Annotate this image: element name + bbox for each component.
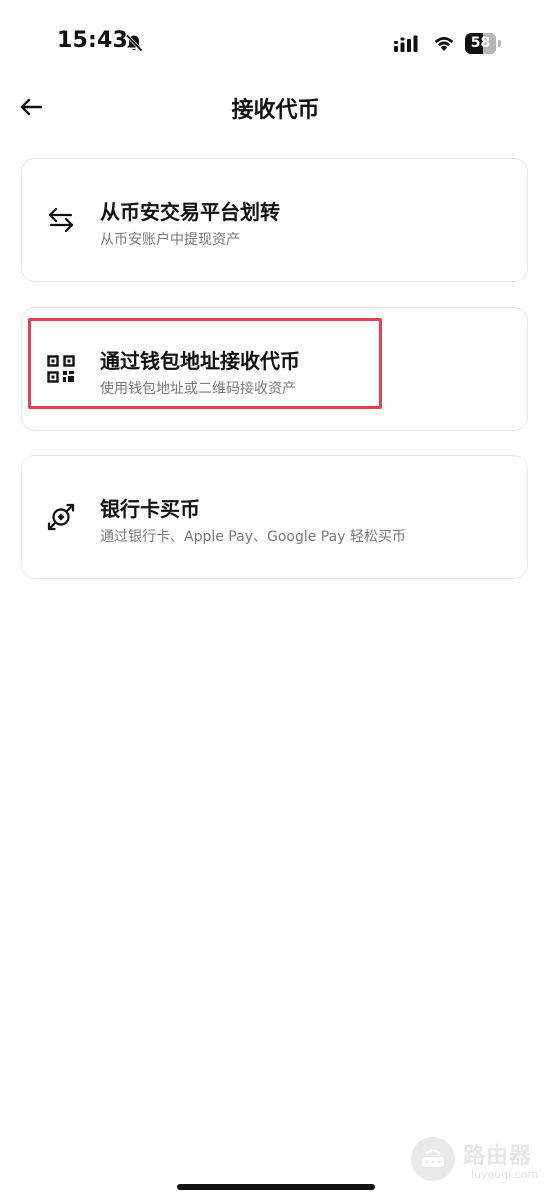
bell-slash-icon [125,34,143,52]
buy-crypto-icon [46,502,76,532]
header: 接收代币 [0,78,551,138]
battery-level: 58 [470,35,491,51]
option-title: 通过钱包地址接收代币 [100,349,300,373]
signal-icon [394,35,418,52]
option-subtitle: 使用钱包地址或二维码接收资产 [100,381,296,397]
transfer-arrows-icon [46,205,76,235]
status-time: 15:43 [57,28,129,53]
option-subtitle: 从币安账户中提现资产 [100,232,240,248]
battery-icon: 58 [465,33,501,54]
home-indicator[interactable] [177,1184,375,1190]
qr-code-icon [46,354,76,384]
option-title: 从币安交易平台划转 [100,200,280,224]
page-title: 接收代币 [231,98,320,123]
router-logo-icon [411,1137,455,1181]
wifi-icon [434,37,454,51]
option-title: 银行卡买币 [100,497,200,521]
option-buy-with-card[interactable]: 银行卡买币 通过银行卡、Apple Pay、Google Pay 轻松买币 [21,455,528,579]
option-subtitle: 通过银行卡、Apple Pay、Google Pay 轻松买币 [100,529,406,545]
watermark: 路由器 luyouqi.com [411,1134,541,1188]
watermark-text: 路由器 [463,1144,533,1169]
status-bar: 15:43 58 [0,0,551,90]
watermark-url: luyouqi.com [471,1168,539,1181]
option-wallet-address[interactable]: 通过钱包地址接收代币 使用钱包地址或二维码接收资产 [21,307,528,431]
option-exchange-transfer[interactable]: 从币安交易平台划转 从币安账户中提现资产 [21,158,528,282]
